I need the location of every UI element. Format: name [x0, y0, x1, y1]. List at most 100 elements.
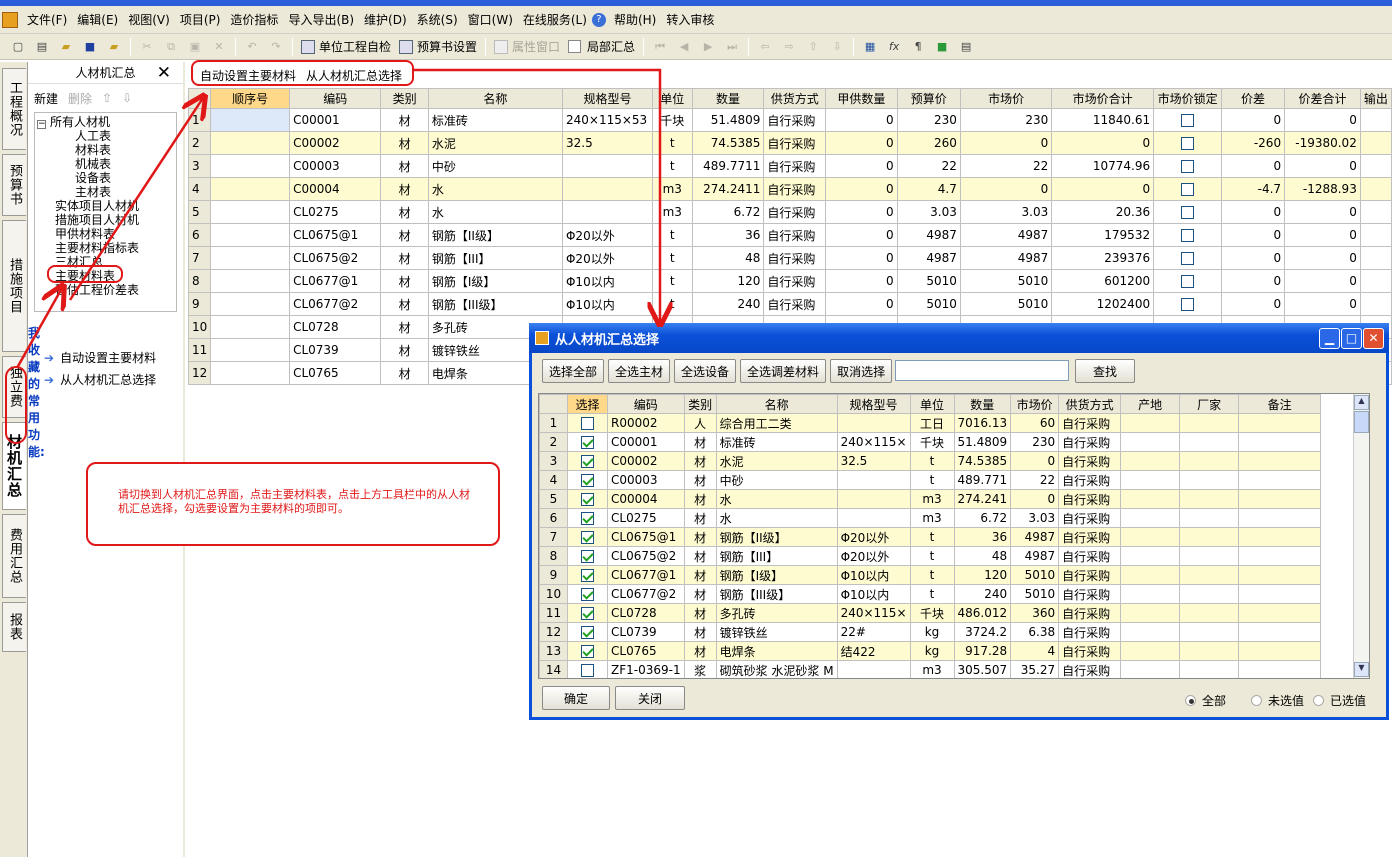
table-cell[interactable] — [561, 177, 653, 201]
tree-item-4[interactable]: 设备表 — [75, 171, 111, 185]
dialog-cell[interactable]: 22# — [836, 622, 911, 642]
dialog-col-header-7[interactable]: 数量 — [953, 394, 1012, 414]
select-checkbox[interactable] — [581, 512, 594, 525]
dialog-cell[interactable]: 自行采购 — [1058, 641, 1122, 661]
table-cell[interactable] — [1153, 131, 1223, 155]
dialog-row[interactable]: 9 CL0677@1 材钢筋【I级】 Φ10以内 t 120 5010 自行采购 — [539, 565, 1322, 585]
dialog-cell[interactable]: CL0765 — [607, 641, 685, 661]
lock-checkbox[interactable] — [1181, 137, 1195, 150]
dialog-cell[interactable]: 材 — [683, 603, 717, 623]
dialog-row[interactable]: 14 ZF1-0369-1 浆砌筑砂浆 水泥砂浆 M m3 305.507 35.27 自行… — [539, 660, 1322, 678]
dialog-cell[interactable]: 7 — [539, 527, 568, 547]
dialog-cell[interactable]: 11 — [539, 603, 568, 623]
dialog-cell[interactable]: 水泥 — [715, 451, 838, 471]
select-checkbox[interactable] — [581, 588, 594, 601]
table-cell[interactable]: CL0675@1 — [289, 223, 382, 247]
dialog-row[interactable]: 7 CL0675@1 材钢筋【II级】 Φ20以外 t 36 4987 自行采购 — [539, 527, 1322, 547]
table-cell[interactable]: 自行采购 — [763, 108, 827, 132]
select-checkbox[interactable] — [581, 493, 594, 506]
dialog-cell[interactable]: 材 — [683, 451, 717, 471]
table-cell[interactable]: 5010 — [959, 292, 1053, 316]
table-cell[interactable]: 0 — [1051, 131, 1155, 155]
table-cell[interactable]: m3 — [651, 177, 693, 201]
tree-item-8[interactable]: 甲供材料表 — [55, 227, 115, 241]
table-cell[interactable]: 材 — [380, 338, 429, 362]
table-cell[interactable] — [1153, 292, 1223, 316]
dialog-cell[interactable]: 230 — [1010, 432, 1060, 452]
dialog-cell[interactable]: 8 — [539, 546, 568, 566]
dialog-col-header-1[interactable]: 选择 — [567, 394, 608, 414]
dialog-cell[interactable]: t — [909, 546, 955, 566]
col-header-3[interactable]: 类别 — [380, 88, 429, 109]
dialog-cell[interactable]: 自行采购 — [1058, 565, 1122, 585]
dialog-cell[interactable]: 240 — [953, 584, 1012, 604]
ok-button[interactable]: 确定 — [542, 686, 610, 710]
dialog-cell[interactable]: 结422 — [836, 641, 911, 661]
dialog-cell[interactable] — [1238, 413, 1322, 433]
table-cell[interactable]: CL0677@1 — [289, 269, 382, 293]
table-cell[interactable] — [1153, 154, 1223, 178]
dialog-cell[interactable]: 材 — [683, 432, 717, 452]
list-icon[interactable]: ▤ — [957, 38, 975, 56]
table-cell[interactable]: 材 — [380, 154, 429, 178]
dialog-cell[interactable] — [1120, 432, 1181, 452]
move-up-icon[interactable]: ⇧ — [102, 91, 112, 105]
table-cell[interactable] — [210, 246, 291, 270]
table-cell[interactable]: 5 — [187, 200, 212, 224]
maximize-button[interactable]: □ — [1341, 328, 1362, 349]
copy-icon[interactable]: ⧉ — [162, 38, 180, 56]
dialog-cell[interactable] — [1120, 565, 1181, 585]
dialog-cell[interactable] — [1120, 641, 1181, 661]
tree-item-12[interactable]: 暂估工程价差表 — [55, 283, 139, 297]
table-cell[interactable] — [1153, 223, 1223, 247]
lock-checkbox[interactable] — [1181, 206, 1195, 219]
dialog-cell[interactable]: 材 — [683, 470, 717, 490]
tab-6[interactable]: 报表 — [2, 602, 26, 652]
radio-unselected[interactable]: 未选值 — [1251, 692, 1304, 709]
dialog-cell[interactable] — [1120, 584, 1181, 604]
table-cell[interactable]: 20.36 — [1051, 200, 1155, 224]
dialog-cell[interactable]: 材 — [683, 622, 717, 642]
table-row[interactable]: 9 CL0677@2 材钢筋【III级】 Φ10以内 t 240 自行采购 0 5010 5010… — [187, 292, 1392, 316]
dialog-cell[interactable]: m3 — [909, 508, 955, 528]
dialog-cell[interactable]: C00004 — [607, 489, 685, 509]
dialog-cell[interactable]: 489.771 — [953, 470, 1012, 490]
dialog-cell[interactable] — [1179, 413, 1240, 433]
dialog-cell[interactable]: 22 — [1010, 470, 1060, 490]
local-summary-checkbox[interactable] — [568, 40, 582, 53]
lock-checkbox[interactable] — [1181, 298, 1195, 311]
table-cell[interactable]: 0 — [1284, 246, 1361, 270]
dialog-cell[interactable] — [567, 508, 608, 528]
table-cell[interactable] — [210, 177, 291, 201]
table-cell[interactable] — [210, 361, 291, 385]
table-cell[interactable]: 0 — [825, 131, 898, 155]
table-cell[interactable]: 0 — [1284, 154, 1361, 178]
table-cell[interactable]: Φ10以内 — [561, 269, 653, 293]
table-cell[interactable]: 240×115×53 — [561, 108, 653, 132]
dialog-cell[interactable]: CL0739 — [607, 622, 685, 642]
table-cell[interactable] — [1153, 269, 1223, 293]
lock-checkbox[interactable] — [1181, 114, 1195, 127]
dialog-cell[interactable]: 多孔砖 — [715, 603, 838, 623]
table-cell[interactable]: 材 — [380, 292, 429, 316]
dialog-cell[interactable] — [567, 603, 608, 623]
dialog-cell[interactable]: CL0728 — [607, 603, 685, 623]
table-cell[interactable]: 0 — [1221, 223, 1286, 247]
dialog-cell[interactable] — [1179, 489, 1240, 509]
dialog-cell[interactable]: C00003 — [607, 470, 685, 490]
dialog-cell[interactable]: t — [909, 584, 955, 604]
dialog-cell[interactable]: 6.72 — [953, 508, 1012, 528]
table-cell[interactable] — [561, 200, 653, 224]
table-cell[interactable]: 标准砖 — [427, 108, 563, 132]
table-cell[interactable]: t — [651, 223, 693, 247]
collapse-icon[interactable]: − — [37, 120, 46, 129]
dialog-cell[interactable]: 自行采购 — [1058, 432, 1122, 452]
tree-item-5[interactable]: 主材表 — [75, 185, 111, 199]
menu-item-5[interactable]: 导入导出(B) — [283, 9, 359, 31]
select-equipment-button[interactable]: 全选设备 — [674, 359, 737, 383]
table-cell[interactable]: 0 — [825, 246, 898, 270]
dialog-cell[interactable]: 240×115× — [836, 432, 911, 452]
table-cell[interactable] — [210, 108, 291, 132]
table-cell[interactable]: 3.03 — [959, 200, 1053, 224]
table-cell[interactable] — [210, 131, 291, 155]
